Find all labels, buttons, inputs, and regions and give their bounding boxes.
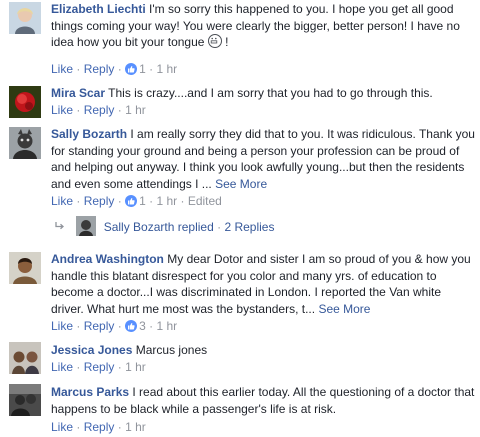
comment-actions: Like · Reply · 1 hr	[51, 360, 146, 374]
avatar[interactable]	[9, 252, 41, 284]
like-link[interactable]: Like	[51, 194, 73, 208]
comment-text: Marcus jones	[135, 343, 208, 357]
like-link[interactable]: Like	[51, 62, 73, 76]
avatar[interactable]	[9, 342, 41, 374]
grimacing-face-icon	[207, 34, 222, 48]
comment-text: This is crazy....and I am sorry that you…	[108, 86, 433, 100]
comment-author[interactable]: Sally Bozarth	[51, 127, 127, 141]
comment-author[interactable]: Marcus Parks	[51, 385, 129, 399]
view-replies-link[interactable]: 2 Replies	[224, 220, 274, 234]
comment-author[interactable]: Andrea Washington	[51, 252, 164, 266]
comment-timestamp[interactable]: 1 hr	[156, 194, 177, 208]
replied-author[interactable]: Sally Bozarth replied	[104, 220, 214, 234]
like-count[interactable]: 3	[139, 319, 146, 333]
reply-link[interactable]: Reply	[84, 420, 115, 434]
like-reaction-icon[interactable]	[125, 195, 138, 207]
reply-link[interactable]: Reply	[84, 194, 115, 208]
comment-timestamp[interactable]: 1 hr	[125, 103, 146, 117]
comment-timestamp[interactable]: 1 hr	[156, 62, 177, 76]
avatar[interactable]	[9, 2, 41, 34]
comment-body: Mira Scar This is crazy....and I am sorr…	[51, 85, 475, 102]
like-link[interactable]: Like	[51, 420, 73, 434]
comment-body: Elizabeth Liechti I'm so sorry this happ…	[51, 1, 475, 51]
reply-link[interactable]: Reply	[84, 319, 115, 333]
like-count[interactable]: 1	[139, 62, 146, 76]
comment-text-end: !	[221, 35, 229, 49]
comment-actions: Like · Reply · 1 · 1 hr	[51, 62, 178, 76]
like-link[interactable]: Like	[51, 103, 73, 117]
like-link[interactable]: Like	[51, 319, 73, 333]
edited-label[interactable]: Edited	[188, 194, 222, 208]
comment-timestamp[interactable]: 1 hr	[125, 360, 146, 374]
see-more-link[interactable]: See More	[215, 177, 267, 191]
see-more-link[interactable]: See More	[318, 302, 370, 316]
avatar[interactable]	[9, 86, 41, 118]
comment-actions: Like · Reply · 1 hr	[51, 420, 146, 434]
reply-link[interactable]: Reply	[84, 360, 115, 374]
comment-actions: Like · Reply · 1 · 1 hr · Edited	[51, 194, 222, 208]
comment-body: Sally Bozarth I am really sorry they did…	[51, 126, 475, 192]
like-link[interactable]: Like	[51, 360, 73, 374]
comment-timestamp[interactable]: 1 hr	[125, 420, 146, 434]
comment-body: Andrea Washington My dear Dotor and sist…	[51, 251, 475, 317]
like-reaction-icon[interactable]	[125, 63, 138, 75]
comment-body: Marcus Parks I read about this earlier t…	[51, 384, 475, 417]
reply-arrow-icon	[55, 217, 69, 237]
reply-link[interactable]: Reply	[84, 62, 115, 76]
comment-actions: Like · Reply · 1 hr	[51, 103, 146, 117]
avatar[interactable]	[9, 127, 41, 159]
comment-author[interactable]: Elizabeth Liechti	[51, 2, 146, 16]
replies-summary[interactable]: Sally Bozarth replied · 2 Replies	[55, 216, 274, 236]
comment-timestamp[interactable]: 1 hr	[156, 319, 177, 333]
avatar[interactable]	[9, 384, 41, 416]
avatar[interactable]	[76, 216, 97, 236]
like-reaction-icon[interactable]	[125, 320, 138, 332]
reply-link[interactable]: Reply	[84, 103, 115, 117]
like-count[interactable]: 1	[139, 194, 146, 208]
comment-author[interactable]: Mira Scar	[51, 86, 105, 100]
comment-author[interactable]: Jessica Jones	[51, 343, 132, 357]
comment-body: Jessica Jones Marcus jones	[51, 342, 475, 359]
comment-actions: Like · Reply · 3 · 1 hr	[51, 319, 178, 333]
